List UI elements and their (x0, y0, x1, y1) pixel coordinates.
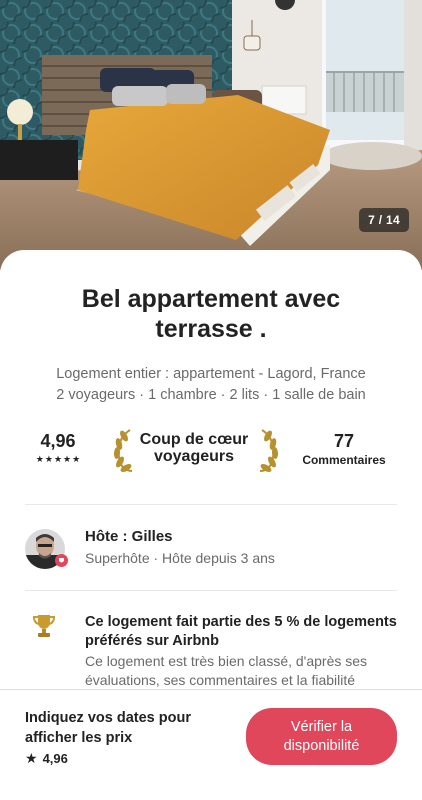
highlight-text: Ce logement est très bien classé, d'aprè… (85, 653, 368, 688)
footer-rating-value: 4,96 (42, 751, 68, 766)
check-availability-button[interactable]: Vérifier la disponibilité (246, 708, 397, 765)
star-icon: ★ (63, 454, 72, 464)
listing-photo[interactable]: 7 / 14 (0, 0, 422, 270)
rating-stars: ★ ★ ★ ★ ★ (26, 454, 90, 464)
superhost-badge-icon (55, 554, 68, 567)
listing-subtitle: Logement entier : appartement - Lagord, … (0, 364, 422, 406)
dates-prompt[interactable]: Indiquez vos dates pour afficher les pri… (25, 708, 225, 748)
listing-capacity: 2 voyageurs · 1 chambre · 2 lits · 1 sal… (56, 387, 366, 403)
star-icon: ★ (72, 454, 81, 464)
highlight-title: Ce logement fait partie des 5 % de logem… (85, 614, 397, 649)
star-icon: ★ (53, 454, 63, 464)
listing-title: Bel appartement avec terrasse . (81, 285, 341, 343)
host-row[interactable]: Hôte : Gilles Superhôte · Hôte depuis 3 … (25, 523, 397, 573)
star-icon: ★ (44, 454, 53, 464)
listing-location: Logement entier : appartement - Lagord, … (56, 366, 366, 382)
trophy-icon (33, 615, 55, 637)
host-name: Hôte : Gilles (85, 528, 173, 545)
reviews-count: 77 (333, 431, 355, 451)
booking-footer: Indiquez vos dates pour afficher les pri… (0, 689, 422, 800)
reviews-label: Commentaires (302, 453, 386, 467)
reviews-block[interactable]: 77 Commentaires (298, 431, 390, 467)
divider (25, 590, 397, 591)
rating-block: 4,96 ★ ★ ★ ★ ★ (26, 431, 90, 464)
photo-counter: 7 / 14 (359, 208, 409, 232)
divider (25, 504, 397, 505)
star-icon: ★ (35, 454, 44, 464)
laurel-right-icon (259, 429, 279, 472)
footer-rating: ★ 4,96 (25, 750, 68, 767)
rating-value: 4,96 (40, 431, 76, 451)
listing-stats: 4,96 ★ ★ ★ ★ ★ Coup de cœur voyageurs 77… (0, 428, 422, 478)
host-details: Superhôte · Hôte depuis 3 ans (85, 550, 275, 566)
guest-favorite-badge: Coup de cœur voyageurs (139, 431, 249, 465)
star-icon: ★ (25, 750, 38, 766)
